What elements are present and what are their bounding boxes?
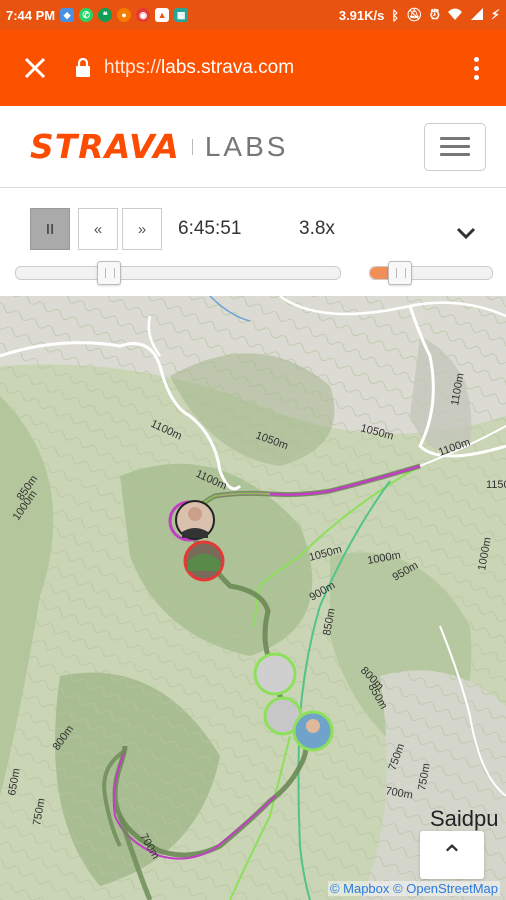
logo-divider <box>191 138 193 155</box>
map-view[interactable]: 1100m 1050m 1050m 1100m 1100m 1050m 1000… <box>0 296 506 900</box>
hangouts-icon: ❝ <box>98 8 113 22</box>
battery-charging-icon: ⚡︎ <box>490 7 500 22</box>
playback-controls: II « » 6:45:51 3.8x <box>0 188 506 296</box>
playback-time: 6:45:51 <box>178 218 242 239</box>
app-icon: ● <box>117 8 132 22</box>
playback-speed: 3.8x <box>299 218 335 239</box>
location-icon: ◆ <box>60 8 75 22</box>
place-label: Saidpu <box>430 806 499 831</box>
rewind-button[interactable]: « <box>78 208 118 250</box>
hamburger-icon <box>440 137 470 140</box>
osm-link[interactable]: © OpenStreetMap <box>393 881 498 896</box>
chevron-down-icon[interactable] <box>456 222 476 245</box>
net-speed: 3.91K/s <box>338 7 385 23</box>
contour-label: 1150 <box>486 479 506 491</box>
close-tab-button[interactable] <box>0 30 70 106</box>
speed-slider-handle[interactable] <box>387 261 412 285</box>
strava-logo[interactable]: STRAVA <box>30 127 180 166</box>
whatsapp-icon: ✆ <box>79 8 94 22</box>
status-bar: 7:44 PM ◆ ✆ ❝ ● ◉ ▲ ▦ 3.91K/s ᛒ 🔕︎ ⏰︎ ⚡︎ <box>0 0 506 30</box>
url-bar[interactable]: https://labs.strava.com <box>104 57 294 79</box>
hamburger-menu-button[interactable] <box>424 122 486 171</box>
site-header: STRAVA LABS <box>0 106 506 188</box>
url-host: labs.strava.com <box>161 57 295 78</box>
overflow-menu-button[interactable] <box>446 56 506 80</box>
alarm-icon: ⏰︎ <box>429 7 440 22</box>
lock-icon <box>70 58 96 78</box>
clock: 7:44 PM <box>6 7 56 23</box>
bluetooth-icon: ᛒ <box>391 7 400 23</box>
map-attribution[interactable]: © Mapbox © OpenStreetMap <box>327 881 500 896</box>
close-icon <box>24 57 46 79</box>
time-slider-handle[interactable] <box>97 261 121 285</box>
chrome-icon: ◉ <box>136 8 151 22</box>
time-slider[interactable] <box>15 261 341 285</box>
athlete-avatar <box>253 652 297 696</box>
dnd-icon: 🔕︎ <box>406 7 423 22</box>
chevron-up-icon: ⌃ <box>440 839 464 871</box>
mapbox-link[interactable]: © Mapbox <box>330 881 389 896</box>
speed-slider[interactable] <box>369 261 493 285</box>
browser-toolbar: https://labs.strava.com <box>0 30 506 106</box>
url-scheme: https:// <box>104 57 162 78</box>
signal-icon <box>470 7 484 24</box>
pause-button[interactable]: II <box>30 208 70 250</box>
wifi-icon <box>447 7 463 24</box>
gallery-icon: ▦ <box>174 8 189 22</box>
fast-forward-button[interactable]: » <box>122 208 162 250</box>
labs-title: LABS <box>204 130 289 162</box>
photos-icon: ▲ <box>155 8 170 22</box>
scroll-to-top-button[interactable]: ⌃ <box>420 831 484 879</box>
